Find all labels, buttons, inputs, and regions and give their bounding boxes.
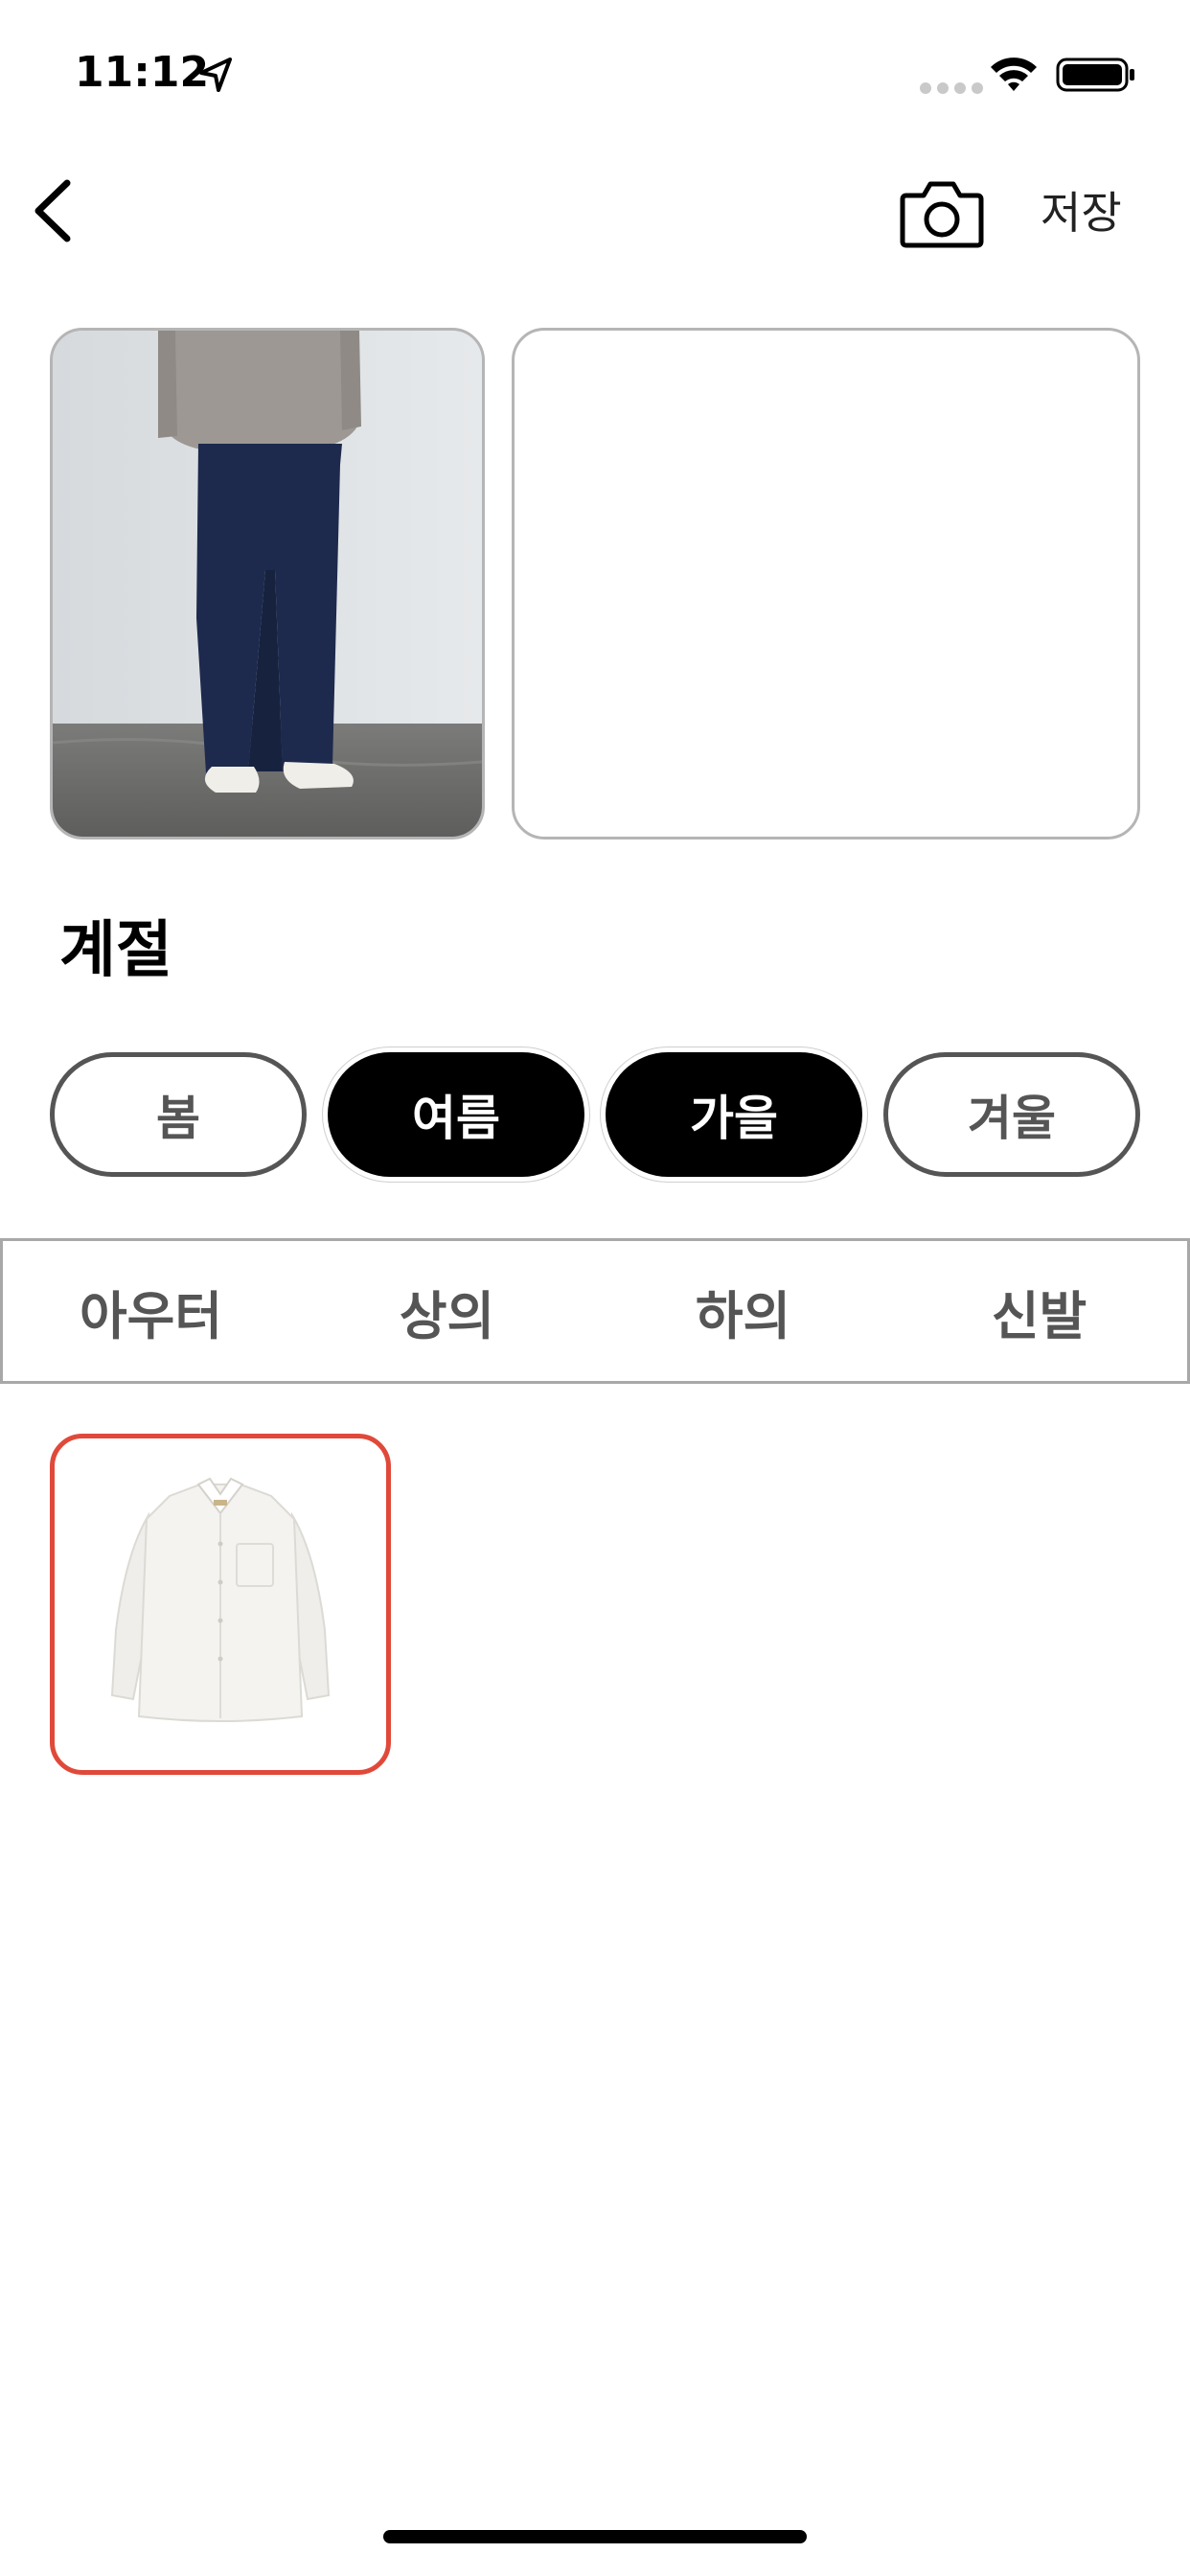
clothing-item-card[interactable] [50, 1434, 391, 1775]
tab-bottom[interactable]: 하의 [595, 1241, 891, 1381]
season-chip-spring[interactable]: 봄 [50, 1052, 307, 1177]
season-chip-group: 봄 여름 가을 겨울 [50, 1052, 1140, 1177]
save-button[interactable]: 저장 [1041, 178, 1122, 242]
camera-icon[interactable] [899, 174, 985, 251]
season-chip-fall[interactable]: 가을 [606, 1052, 862, 1177]
tab-top[interactable]: 상의 [299, 1241, 595, 1381]
season-chip-summer[interactable]: 여름 [328, 1052, 584, 1177]
location-arrow-icon [199, 58, 232, 92]
chevron-left-icon [34, 179, 71, 242]
tab-outer[interactable]: 아우터 [3, 1241, 299, 1381]
wifi-icon [991, 58, 1037, 91]
back-button[interactable] [19, 172, 86, 249]
outfit-photo[interactable] [50, 328, 485, 840]
home-indicator[interactable] [383, 2530, 807, 2543]
season-title: 계절 [59, 915, 172, 986]
person-in-dark-jeans-photo [53, 331, 482, 837]
season-chip-winter[interactable]: 겨울 [883, 1052, 1140, 1177]
battery-icon [1056, 58, 1134, 92]
category-tabs: 아우터 상의 하의 신발 [0, 1238, 1190, 1384]
tab-shoes[interactable]: 신발 [891, 1241, 1187, 1381]
white-shirt-thumbnail [110, 1477, 331, 1722]
signal-dots-icon [920, 82, 983, 94]
empty-image-slot[interactable] [512, 328, 1140, 840]
status-time: 11:12 [75, 48, 210, 97]
